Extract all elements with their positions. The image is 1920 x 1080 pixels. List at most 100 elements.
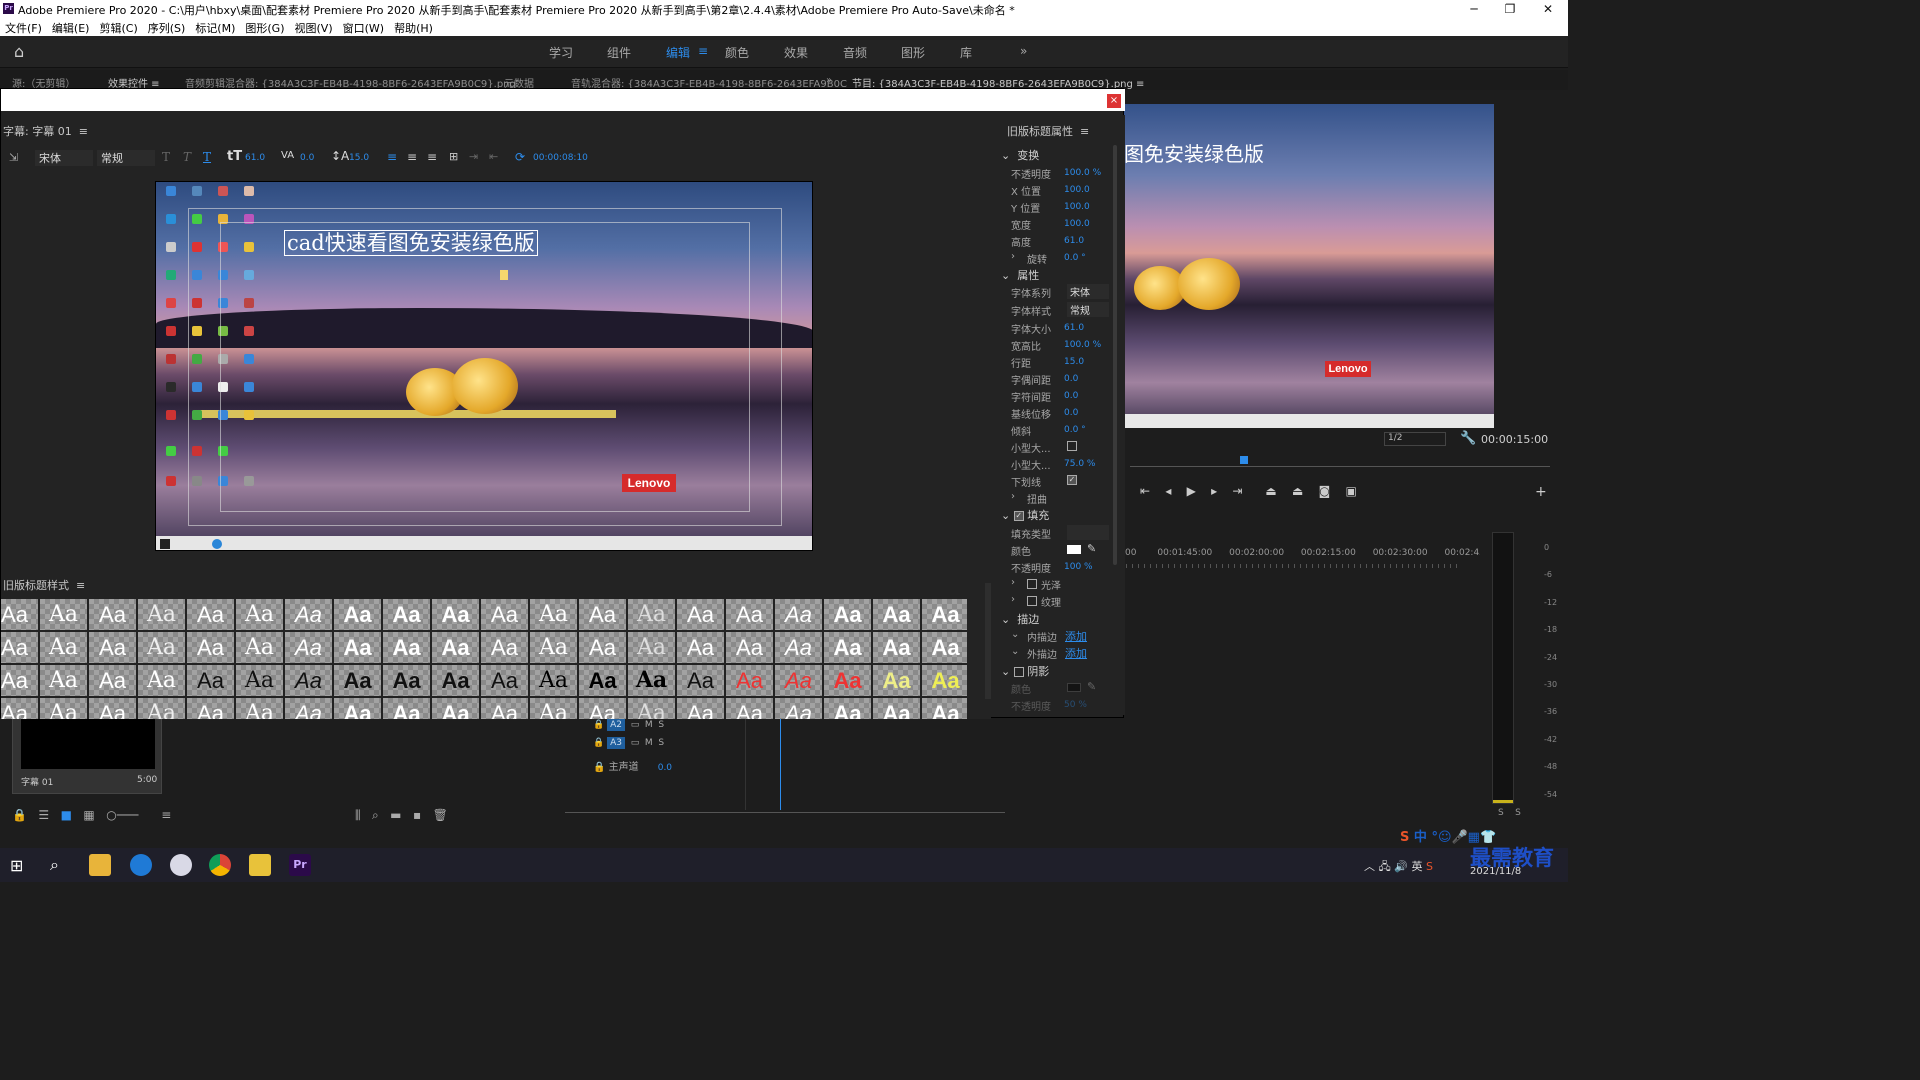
align-left-icon[interactable]: ≡ (387, 150, 397, 164)
new-item-icon[interactable]: ▪ (413, 808, 421, 822)
go-to-out-icon[interactable]: ⇥ (1232, 484, 1242, 498)
more-workspaces-icon[interactable]: » (1020, 44, 1027, 58)
style-swatch[interactable]: Aa (89, 665, 136, 696)
prop-value[interactable]: 61.0 (1064, 236, 1084, 246)
app-icon[interactable] (170, 854, 192, 876)
menu-graphics[interactable]: 图形(G) (240, 18, 289, 38)
style-swatch[interactable]: Aa (236, 665, 283, 696)
workspace-assembly[interactable]: 组件 (607, 44, 631, 61)
style-swatch[interactable]: Aa (40, 665, 87, 696)
style-swatch[interactable]: Aa (824, 698, 871, 719)
windows-start-icon[interactable]: ⊞ (10, 856, 23, 875)
align-center-icon[interactable]: ≡ (407, 150, 417, 164)
style-swatch[interactable]: Aa (138, 698, 185, 719)
style-swatch[interactable]: Aa (89, 632, 136, 663)
style-swatch[interactable]: Aa (481, 632, 528, 663)
prop-value[interactable]: 75.0 % (1064, 459, 1095, 469)
style-swatch[interactable]: Aa (922, 599, 967, 630)
italic-icon[interactable]: T (183, 150, 191, 164)
style-swatch[interactable]: Aa (334, 698, 381, 719)
templates-icon[interactable]: ⇤ (489, 150, 498, 163)
prop-value[interactable]: 100 % (1064, 562, 1093, 572)
prop-value[interactable]: 0.0 (1064, 408, 1078, 418)
expand-chevron-icon[interactable]: › (1011, 594, 1015, 605)
icon-view-icon[interactable]: ■ (61, 808, 72, 822)
style-swatch[interactable]: Aa (40, 599, 87, 630)
style-swatch[interactable]: Aa (40, 632, 87, 663)
minimize-button[interactable]: ─ (1454, 0, 1494, 18)
bold-icon[interactable]: T (162, 150, 170, 164)
menu-markers[interactable]: 标记(M) (190, 18, 240, 38)
find-icon[interactable]: ⌕ (372, 808, 379, 822)
prop-value[interactable]: 50 % (1064, 700, 1087, 710)
style-swatch[interactable]: Aa (40, 698, 87, 719)
style-swatch[interactable]: Aa (89, 698, 136, 719)
font-family-select[interactable]: 宋体 (35, 150, 93, 166)
style-swatch[interactable]: Aa (334, 632, 381, 663)
style-swatch[interactable]: Aa (677, 698, 724, 719)
style-swatch[interactable]: Aa (677, 665, 724, 696)
wrench-icon[interactable]: 🔧 (1460, 431, 1476, 446)
prop-value[interactable]: 0.0 ° (1064, 253, 1086, 263)
master-value[interactable]: 0.0 (658, 763, 672, 773)
new-bin-icon[interactable]: ▬ (390, 808, 401, 822)
texture-checkbox[interactable] (1027, 596, 1037, 606)
fill-checkbox[interactable]: ✓ (1013, 511, 1024, 521)
style-swatch[interactable]: Aa (530, 665, 577, 696)
playhead-marker[interactable] (1240, 456, 1248, 464)
camera-icon[interactable]: ◙ (1319, 484, 1331, 498)
shadow-color-swatch[interactable] (1067, 683, 1081, 692)
add-button-icon[interactable]: + (1535, 484, 1547, 500)
style-swatch[interactable]: Aa (432, 599, 479, 630)
workspace-libraries[interactable]: 库 (960, 44, 972, 61)
menu-file[interactable]: 文件(F) (0, 18, 47, 38)
style-swatch[interactable]: Aa (530, 632, 577, 663)
prop-value[interactable]: 0.0 ° (1064, 425, 1086, 435)
font-style-select[interactable]: 常规 (97, 150, 155, 166)
font-style-dropdown[interactable]: 常规 (1067, 302, 1109, 317)
style-swatch[interactable]: Aa (383, 665, 430, 696)
style-swatch[interactable]: Aa (775, 665, 822, 696)
style-swatch[interactable]: Aa (383, 698, 430, 719)
style-swatch[interactable]: Aa (726, 632, 773, 663)
maximize-button[interactable]: ❐ (1490, 0, 1530, 18)
tab-settings-icon[interactable]: ⊞ (449, 150, 458, 163)
close-window-button[interactable]: ✕ (1528, 0, 1568, 18)
track-label-a2[interactable]: A2 (607, 719, 625, 731)
prop-value[interactable]: 100.0 (1064, 219, 1090, 229)
menu-help[interactable]: 帮助(H) (389, 18, 438, 38)
tab-stops-icon[interactable]: ⇲ (9, 151, 18, 164)
section-shadow[interactable]: ⌄ 阴影 (1001, 663, 1049, 679)
prop-value[interactable]: 100.0 (1064, 185, 1090, 195)
style-swatch[interactable]: Aa (187, 665, 234, 696)
search-icon[interactable]: ⌕ (50, 855, 59, 875)
prop-value[interactable]: 0.0 (1064, 391, 1078, 401)
style-swatch[interactable]: Aa (726, 665, 773, 696)
underline-checkbox[interactable]: ✓ (1067, 475, 1077, 485)
dialog-close-button[interactable]: × (1107, 94, 1121, 108)
expand-chevron-icon[interactable]: › (1011, 251, 1015, 262)
workspace-editing[interactable]: 编辑 (666, 44, 690, 61)
leading-value[interactable]: 15.0 (349, 153, 369, 163)
style-swatch[interactable]: Aa (285, 698, 332, 719)
style-swatch[interactable]: Aa (481, 698, 528, 719)
clip-thumbnail[interactable]: 字幕 01 5:00 (12, 718, 162, 794)
style-swatch[interactable]: Aa (628, 632, 675, 663)
timeline-scrollbar[interactable] (565, 812, 1005, 818)
prop-value[interactable]: 0.0 (1064, 374, 1078, 384)
home-icon[interactable]: ⌂ (14, 42, 24, 61)
style-swatch[interactable]: Aa (1, 599, 38, 630)
prop-value[interactable]: 100.0 % (1064, 168, 1101, 178)
style-swatch[interactable]: Aa (187, 632, 234, 663)
edge-browser-icon[interactable] (130, 854, 152, 876)
style-swatch[interactable]: Aa (873, 599, 920, 630)
track-label-a3[interactable]: A3 (607, 737, 625, 749)
sheen-checkbox[interactable] (1027, 579, 1037, 589)
menu-clip[interactable]: 剪辑(C) (94, 18, 142, 38)
go-to-in-icon[interactable]: ⇤ (1140, 484, 1150, 498)
style-swatch[interactable]: Aa (334, 665, 381, 696)
expand-chevron-icon[interactable]: › (1011, 491, 1015, 502)
program-scrubber[interactable] (1130, 466, 1550, 467)
workspace-learn[interactable]: 学习 (549, 44, 573, 61)
lock-icon[interactable]: 🔒 (12, 808, 27, 822)
